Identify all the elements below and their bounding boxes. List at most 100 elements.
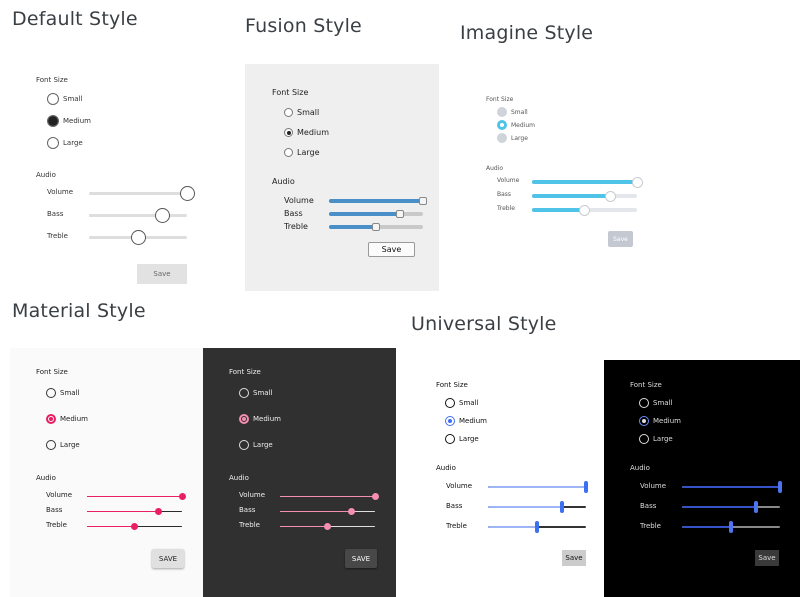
material-dark-slider-track[interactable] [280,510,375,512]
fusion-radio-small[interactable]: Small [284,108,319,117]
material-dark-radio-circle[interactable] [239,414,249,424]
material-dark-save-button[interactable]: SAVE [345,549,377,568]
fusion-slider-track[interactable] [329,199,423,203]
universal-dark-radio-circle[interactable] [639,416,649,426]
universal-light-slider-handle[interactable] [559,501,564,513]
universal-dark-slider-handle[interactable] [753,501,758,513]
universal-dark-slider-track[interactable] [682,506,780,508]
default-radio-large[interactable]: Large [47,137,83,149]
material-light-save-button[interactable]: SAVE [152,549,184,568]
fusion-radio-circle[interactable] [284,108,293,117]
material-dark-audio-label: Audio [229,474,249,482]
material-light-radio-small[interactable]: Small [46,388,79,398]
material-dark-radio-circle[interactable] [239,440,249,450]
fusion-radio-circle[interactable] [284,148,293,157]
imagine-slider-track[interactable] [532,194,637,198]
imagine-slider-handle[interactable] [605,190,617,202]
fusion-radio-circle[interactable] [284,128,293,137]
default-slider-track[interactable] [89,191,187,195]
material-dark-radio-circle[interactable] [239,388,249,398]
material-light-slider-track[interactable] [87,510,182,512]
universal-dark-slider-handle[interactable] [729,521,733,533]
material-dark-radio-medium[interactable]: Medium [239,414,281,424]
material-light-radio-circle[interactable] [46,440,56,450]
default-slider-track[interactable] [89,213,187,217]
imagine-slider-volume: Volume [497,175,647,189]
universal-dark-slider-fill [682,526,731,528]
default-slider-handle[interactable] [130,229,146,245]
default-radio-label: Large [63,139,83,147]
imagine-slider-track[interactable] [532,180,637,184]
imagine-radio-medium[interactable]: Medium [497,120,535,130]
fusion-radio-large[interactable]: Large [284,148,320,157]
universal-light-radio-circle[interactable] [445,398,455,408]
imagine-font-size-label: Font Size [486,96,514,103]
imagine-radio-label: Small [511,108,528,116]
fusion-slider-handle[interactable] [372,223,380,231]
material-dark-slider-handle[interactable] [324,522,331,530]
default-radio-medium[interactable]: Medium [47,115,91,127]
material-dark-slider-track[interactable] [280,495,375,497]
material-dark-radio-small[interactable]: Small [239,388,272,398]
universal-dark-slider-fill [682,506,756,508]
universal-dark-radio-medium[interactable]: Medium [639,416,681,426]
material-light-radio-circle[interactable] [46,414,56,424]
material-light-slider-label: Volume [46,491,73,499]
fusion-slider-track[interactable] [329,212,423,216]
universal-light-slider-track[interactable] [488,506,586,508]
imagine-radio-circle[interactable] [497,120,507,130]
material-dark-slider-fill [280,525,328,527]
default-save-button[interactable]: Save [137,264,187,284]
material-light-radio-large[interactable]: Large [46,440,80,450]
universal-light-slider-handle[interactable] [584,481,588,493]
material-light-slider-fill [87,510,159,512]
fusion-slider-handle[interactable] [419,197,427,205]
material-dark-slider-handle[interactable] [371,492,379,500]
default-radio-circle[interactable] [47,93,59,105]
universal-light-slider-handle[interactable] [535,521,539,533]
universal-dark-slider-handle[interactable] [778,481,782,493]
fusion-save-button[interactable]: Save [368,242,415,257]
fusion-radio-medium[interactable]: Medium [284,128,329,137]
material-light-slider-handle[interactable] [178,492,186,500]
material-light-radio-medium[interactable]: Medium [46,414,88,424]
universal-dark-radio-circle[interactable] [639,398,649,408]
universal-light-save-button[interactable]: Save [562,550,586,566]
imagine-slider-handle[interactable] [631,176,643,188]
imagine-radio-large[interactable]: Large [497,133,528,143]
material-light-slider-label: Bass [46,506,63,514]
material-dark-radio-large[interactable]: Large [239,440,273,450]
imagine-radio-circle[interactable] [497,107,507,117]
universal-dark-slider-fill [682,486,780,488]
universal-style-title: Universal Style [411,313,557,335]
default-slider-handle[interactable] [155,207,170,223]
universal-light-radio-small[interactable]: Small [445,398,478,408]
universal-dark-slider-bass: Bass [640,500,790,514]
default-slider-handle[interactable] [179,185,195,201]
imagine-radio-circle[interactable] [497,133,507,143]
universal-dark-radio-small[interactable]: Small [639,398,672,408]
universal-light-slider-track[interactable] [488,486,586,488]
universal-dark-slider-track[interactable] [682,486,780,488]
material-light-radio-circle[interactable] [46,388,56,398]
default-radio-circle[interactable] [47,137,59,149]
universal-dark-save-button[interactable]: Save [755,550,779,566]
universal-light-radio-large[interactable]: Large [445,434,479,444]
universal-light-radio-medium[interactable]: Medium [445,416,487,426]
universal-dark-radio-circle[interactable] [639,434,649,444]
material-light-slider-track[interactable] [87,495,182,497]
imagine-save-button[interactable]: Save [608,231,633,247]
material-dark-slider-handle[interactable] [347,507,355,515]
material-light-slider-handle[interactable] [131,522,138,530]
universal-light-radio-circle[interactable] [445,416,455,426]
fusion-slider-handle[interactable] [395,210,404,218]
material-light-slider-handle[interactable] [154,507,162,515]
default-radio-circle[interactable] [47,115,59,127]
imagine-slider-handle[interactable] [579,204,590,216]
universal-light-radio-circle[interactable] [445,434,455,444]
default-radio-small[interactable]: Small [47,93,82,105]
imagine-radio-small[interactable]: Small [497,107,528,117]
material-dark-slider-label: Treble [239,521,260,529]
universal-dark-radio-large[interactable]: Large [639,434,673,444]
fusion-radio-dot [286,130,291,135]
